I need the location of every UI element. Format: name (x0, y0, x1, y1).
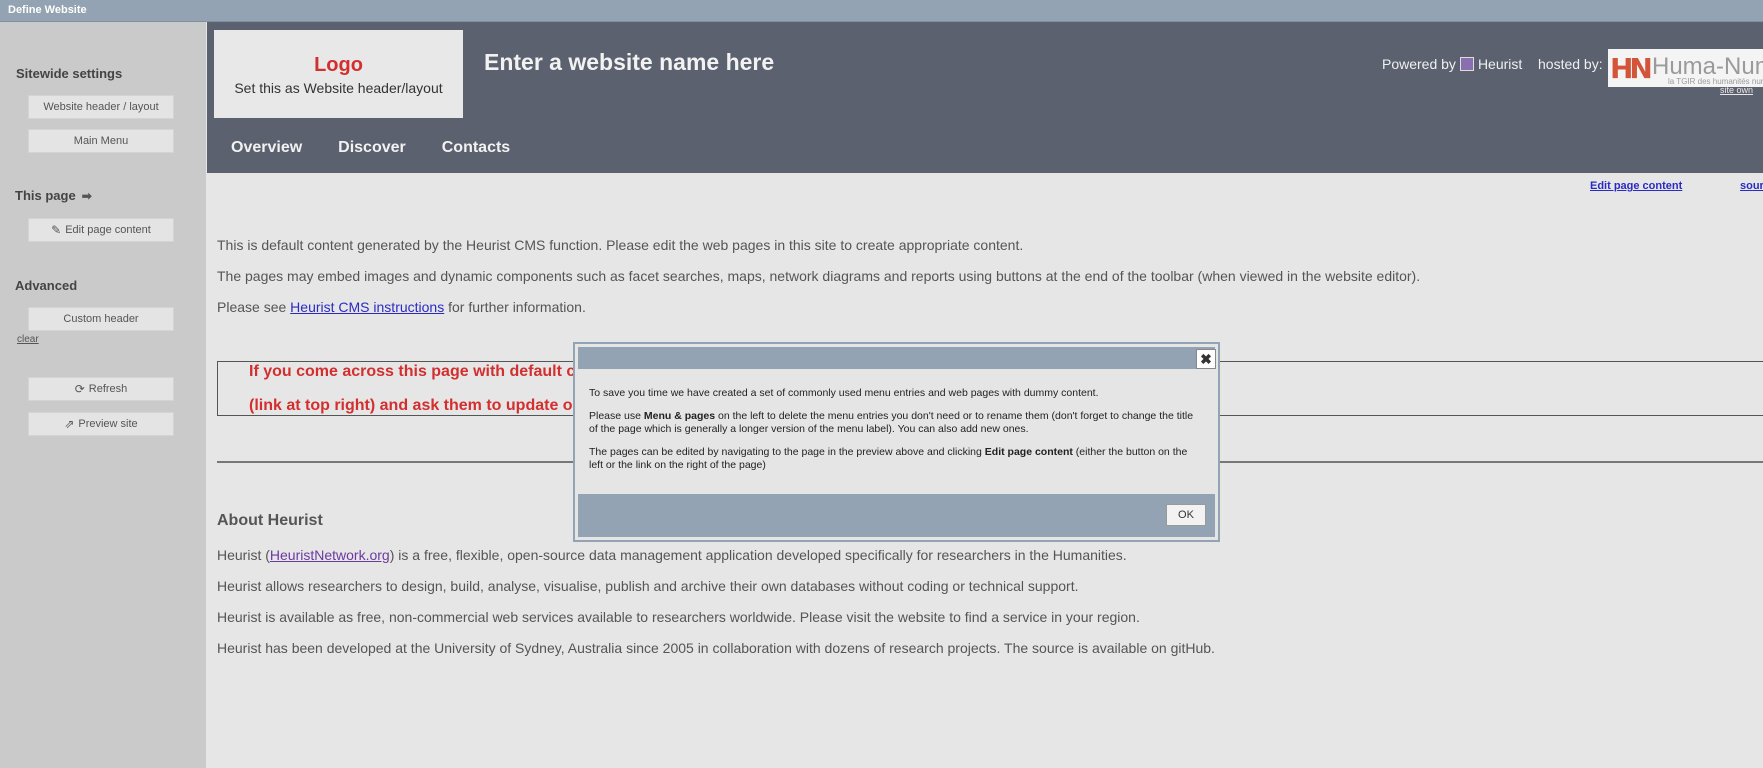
dialog-titlebar: ✖ (578, 347, 1216, 369)
this-page-label: This page (15, 188, 76, 203)
cms-instructions-link[interactable]: Heurist CMS instructions (290, 299, 444, 315)
huma-num-logo[interactable]: HN Huma-Num la TGIR des humanités numé (1608, 49, 1763, 87)
hosted-by-label: hosted by: (1538, 56, 1603, 72)
website-header-layout-label: Website header / layout (43, 101, 159, 113)
info-dialog: ✖ To save you time we have created a set… (573, 342, 1220, 542)
dialog-text: To save you time we have created a set o… (589, 387, 1099, 399)
main-menu-button[interactable]: Main Menu (28, 129, 174, 153)
dialog-footer: OK (578, 494, 1215, 537)
logo-title: Logo (314, 54, 363, 76)
nav-item-contacts[interactable]: Contacts (442, 139, 510, 157)
custom-header-label: Custom header (63, 313, 139, 325)
custom-header-button[interactable]: Custom header (28, 307, 174, 331)
warning-text-line2: (link at top right) and ask them to upda… (249, 397, 573, 414)
huma-num-logo-mark: HN (1610, 52, 1653, 85)
refresh-icon: ⟳ (74, 382, 85, 396)
main-navigation: Overview Discover Contacts (231, 139, 510, 157)
nav-item-discover[interactable]: Discover (338, 139, 406, 157)
content-paragraph: Heurist has been developed at the Univer… (217, 640, 1215, 656)
external-link-icon: ⇗ (64, 417, 75, 431)
clear-link[interactable]: clear (17, 334, 39, 345)
site-owner-link[interactable]: site own (1720, 85, 1753, 95)
powered-by-label: Powered by (1382, 56, 1456, 72)
this-page-heading: This page ➡ (15, 188, 92, 203)
warning-text-line1: If you come across this page with defaul… (249, 363, 576, 380)
preview-site-button[interactable]: ⇗ Preview site (28, 412, 174, 436)
close-icon[interactable]: ✖ (1196, 349, 1216, 369)
nav-item-overview[interactable]: Overview (231, 139, 302, 157)
content-paragraph: Heurist allows researchers to design, bu… (217, 578, 1079, 594)
heurist-network-link[interactable]: HeuristNetwork.org (270, 547, 390, 563)
website-header: Logo Set this as Website header/layout E… (207, 22, 1763, 173)
logo-placeholder[interactable]: Logo Set this as Website header/layout (214, 30, 463, 118)
pencil-icon: ✎ (51, 223, 62, 237)
powered-by-name[interactable]: Heurist (1478, 56, 1522, 72)
window-titlebar: Define Website (0, 0, 1763, 22)
sidebar: Sitewide settings Website header / layou… (0, 22, 206, 768)
edit-page-content-button[interactable]: ✎ Edit page content (28, 218, 174, 242)
edit-page-content-link[interactable]: Edit page content (1590, 180, 1682, 192)
content-paragraph: Please see Heurist CMS instructions for … (217, 299, 586, 315)
refresh-label: Refresh (88, 383, 128, 395)
heurist-logo-icon (1459, 57, 1474, 71)
advanced-heading: Advanced (15, 278, 78, 293)
refresh-button[interactable]: ⟳ Refresh (28, 377, 174, 401)
main-menu-label: Main Menu (73, 135, 129, 147)
dialog-body: To save you time we have created a set o… (589, 387, 1204, 482)
dialog-text: Please use Menu & pages on the left to d… (589, 410, 1194, 435)
edit-page-content-label: Edit page content (65, 224, 151, 236)
window-title: Define Website (8, 4, 87, 16)
website-header-layout-button[interactable]: Website header / layout (28, 95, 174, 119)
source-link[interactable]: sour (1740, 180, 1763, 192)
content-paragraph: This is default content generated by the… (217, 237, 1024, 253)
powered-by: Powered by Heurist (1382, 56, 1522, 72)
ok-button[interactable]: OK (1166, 504, 1206, 526)
website-name: Enter a website name here (484, 49, 775, 75)
arrow-right-icon: ➡ (81, 188, 92, 203)
preview-site-label: Preview site (78, 418, 138, 430)
content-paragraph: Heurist is available as free, non-commer… (217, 609, 1140, 625)
dialog-text: The pages can be edited by navigating to… (589, 446, 1188, 471)
sitewide-settings-heading: Sitewide settings (16, 66, 123, 81)
content-paragraph: Heurist (HeuristNetwork.org) is a free, … (217, 547, 1127, 563)
content-paragraph: The pages may embed images and dynamic c… (217, 268, 1421, 284)
about-heading: About Heurist (217, 512, 323, 529)
logo-subtitle: Set this as Website header/layout (234, 80, 443, 96)
